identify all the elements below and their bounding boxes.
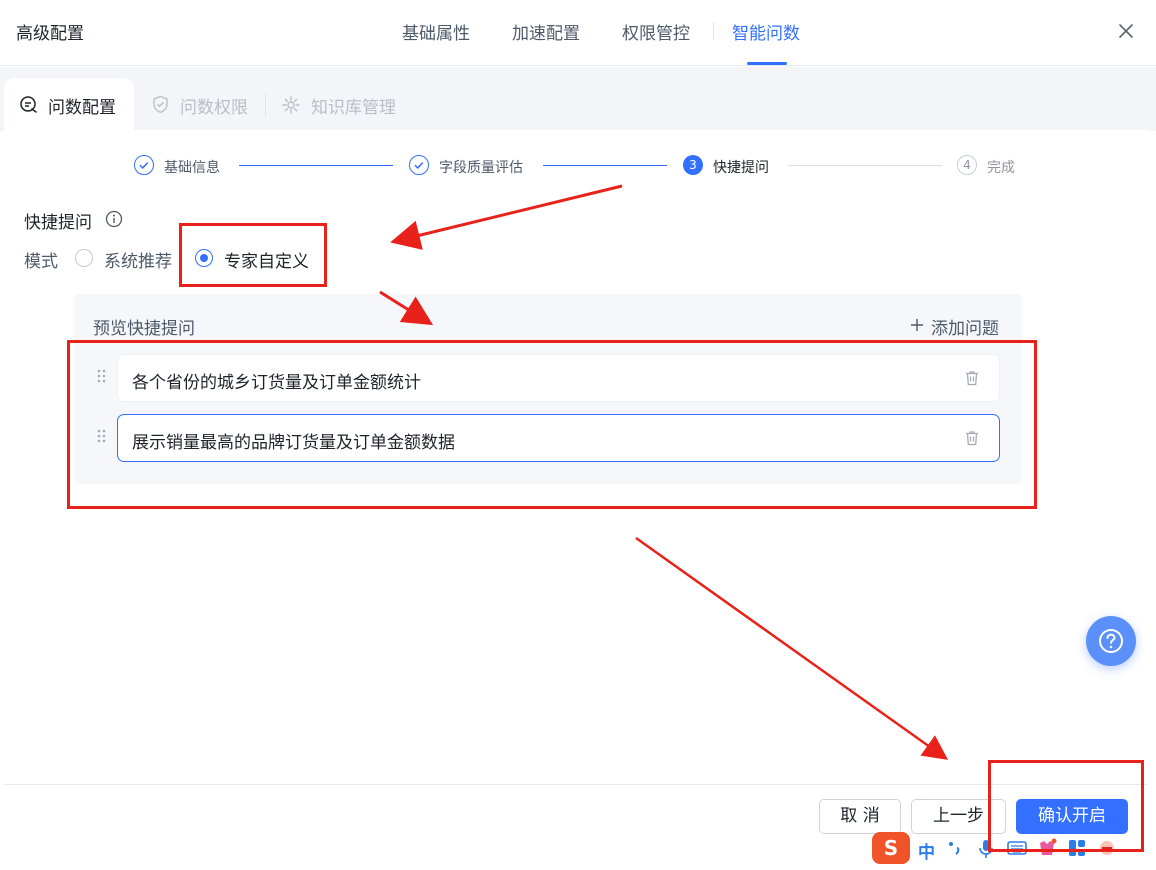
annotation-arrows bbox=[379, 184, 949, 760]
annotation-arrow-3 bbox=[635, 536, 949, 760]
annotation-arrow-1 bbox=[390, 184, 623, 250]
annotation-arrow-2 bbox=[379, 290, 434, 326]
